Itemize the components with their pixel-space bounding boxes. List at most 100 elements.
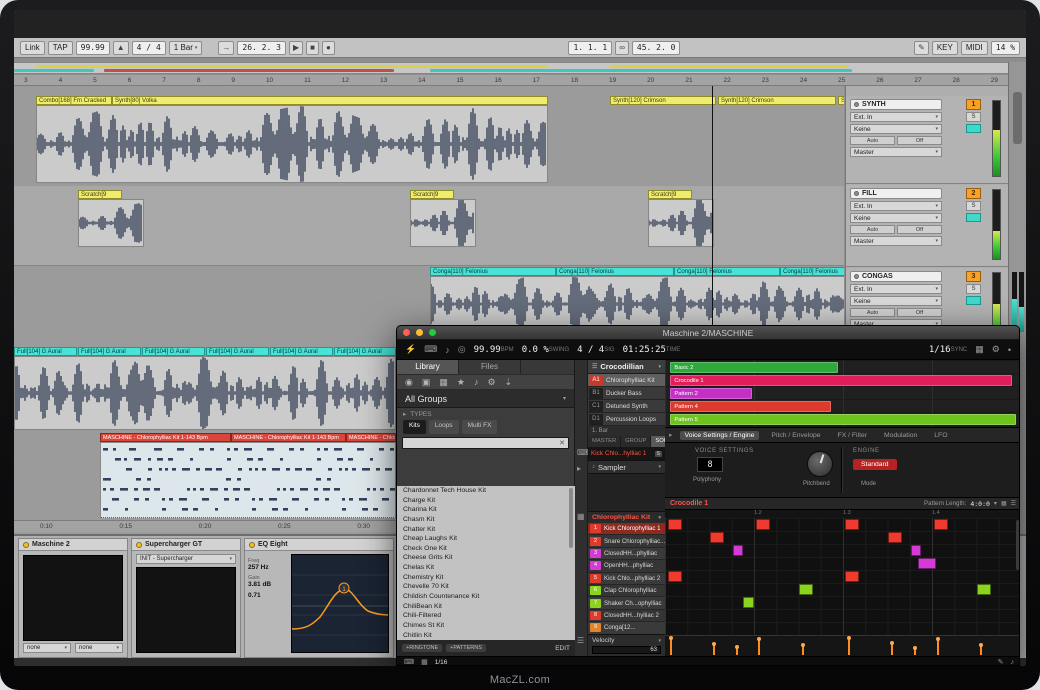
caret-right-icon[interactable]: ▸ (669, 431, 673, 439)
clip[interactable]: Full[104] G Aural (78, 347, 141, 356)
midi-clip-notes[interactable] (100, 442, 396, 518)
library-item[interactable]: Childish Countenance Kit (397, 592, 575, 602)
key-map-button[interactable]: KEY (932, 41, 958, 55)
device-power-icon[interactable] (136, 542, 142, 548)
velocity-stem[interactable] (758, 639, 760, 655)
disk-icon[interactable]: ▣ (422, 377, 431, 388)
library-item[interactable]: Check One Kit (397, 544, 575, 554)
plugin-param-select[interactable]: none▾ (23, 643, 71, 653)
arrow-icon[interactable]: ▸ (577, 464, 581, 473)
clip[interactable]: MASCHINE - Chlorophylliac Kit 1-143 Bpm (100, 433, 231, 442)
record-button[interactable]: ● (322, 41, 335, 55)
library-item[interactable]: Chili-Filtered (397, 611, 575, 621)
project-group-header[interactable]: ☰ Crocodillian ▾ (588, 360, 665, 374)
step-grid-value[interactable]: 1/16 (435, 659, 448, 666)
plugin-panel[interactable] (23, 555, 123, 641)
sound-slot[interactable]: 5Kick Chlo...phylliac 2 (588, 573, 665, 585)
arranger-clip[interactable]: Pattern 2 (670, 388, 752, 399)
device-header[interactable]: Maschine 2 (19, 539, 127, 551)
monitor-off-button[interactable]: Off (897, 136, 942, 145)
velocity-mode-select[interactable]: Velocity▾ (588, 635, 665, 646)
sound-slot[interactable]: 3ClosedHH...phylliac (588, 548, 665, 560)
note-block[interactable] (934, 519, 948, 530)
library-item[interactable]: Chelas Kit (397, 563, 575, 573)
library-item[interactable]: Chardonnet Tech House Kit (397, 486, 575, 496)
list-icon[interactable]: ☰ (577, 636, 584, 645)
device-power-icon[interactable] (249, 542, 255, 548)
velocity-stem[interactable] (736, 647, 738, 655)
velocity-stem[interactable] (891, 643, 893, 655)
clip[interactable]: Full[104] G Aural (334, 347, 396, 356)
bpm-display[interactable]: 99.99 (474, 345, 501, 355)
gear-icon[interactable]: ⚙ (487, 377, 495, 388)
arranger-clip[interactable]: Pattern 4 (670, 401, 830, 412)
type-filter-multi-fx[interactable]: Multi FX (462, 420, 498, 434)
pencil-icon[interactable]: ✎ (998, 658, 1004, 666)
sig-display[interactable]: 4 / 4 (577, 345, 604, 355)
library-item[interactable]: Chatter Kit (397, 525, 575, 535)
note-block[interactable] (668, 519, 682, 530)
input-type-select[interactable]: Ext. In▾ (850, 201, 942, 211)
tempo-display[interactable]: 99.99 (76, 41, 110, 55)
note-block[interactable] (845, 571, 859, 582)
time-signature-display[interactable]: 4 / 4 (132, 41, 166, 55)
gain-value[interactable]: 3.81 dB (248, 581, 288, 588)
velocity-value[interactable]: 63 (592, 646, 661, 654)
track-title[interactable]: FILL (850, 188, 942, 199)
note-block[interactable] (799, 584, 813, 595)
clear-search-icon[interactable]: ✕ (559, 439, 565, 447)
audio-icon[interactable]: ♪ (445, 345, 450, 355)
search-input[interactable] (406, 439, 559, 448)
input-channel-select[interactable]: Keine▾ (850, 213, 942, 223)
device-header[interactable]: Supercharger GT (132, 539, 240, 551)
library-item[interactable]: ChiliBean Kit (397, 602, 575, 612)
library-item[interactable]: Chitlin Kit (397, 631, 575, 640)
note-block[interactable] (733, 545, 744, 556)
metronome-icon[interactable]: ▲ (113, 41, 129, 55)
clip[interactable]: Full[104] G Aural (270, 347, 333, 356)
note-block[interactable] (668, 571, 682, 582)
group-slot[interactable]: A1Chlorophylliac Kit (588, 374, 665, 387)
solo-button[interactable]: S (966, 284, 981, 294)
loop-length-display[interactable]: 45. 2. 0 (632, 41, 681, 55)
velocity-stem[interactable] (848, 638, 850, 655)
audio-clip-waveform[interactable] (36, 105, 548, 183)
sound-slot[interactable]: 9Conga[12... (588, 622, 665, 634)
audio-clip-waveform[interactable] (14, 356, 396, 430)
plugin-param-select[interactable]: none▾ (75, 643, 123, 653)
arranger-clip[interactable]: Basic 2 (670, 362, 837, 373)
clip[interactable]: Conga[110] Felonius (674, 267, 780, 276)
note-block[interactable] (845, 519, 859, 530)
search-field[interactable]: ✕ (402, 437, 569, 449)
solo-button[interactable]: S (966, 201, 981, 211)
sound-slot[interactable]: 6Clap Chlorophylliac (588, 585, 665, 597)
time-ruler-lower[interactable]: 0:100:150:200:250:30 (14, 520, 396, 532)
input-type-select[interactable]: Ext. In▾ (850, 284, 942, 294)
group-slot[interactable]: B1Ducker Bass (588, 387, 665, 400)
channel-tab[interactable]: Voice Settings / Engine (680, 431, 760, 440)
library-item[interactable]: Cheap Laughs Kit (397, 534, 575, 544)
grid-icon[interactable]: ▦ (1001, 500, 1007, 507)
play-button[interactable]: ▶ (289, 41, 303, 55)
solo-badge[interactable]: S (655, 451, 662, 457)
type-filter-loops[interactable]: Loops (429, 420, 459, 434)
track-title[interactable]: SYNTH (850, 99, 942, 110)
sound-slot[interactable]: 1Kick Chlorophylliac 1 (588, 523, 665, 535)
note-block[interactable] (888, 532, 902, 543)
preset-select[interactable]: INIT - Supercharger▾ (136, 554, 236, 564)
input-type-select[interactable]: Ext. In▾ (850, 112, 942, 122)
tab-files[interactable]: Files (459, 360, 521, 374)
clip[interactable]: Synth[120] Crimson (838, 96, 844, 105)
note-icon[interactable]: ♪ (474, 377, 479, 387)
clip[interactable]: Synth[120] Crimson (718, 96, 836, 105)
clip[interactable]: MASCHINE - Chlorophylliac Kit 1-143 Bpm (346, 433, 396, 442)
clip[interactable]: Full[104] G Aural (142, 347, 205, 356)
pattern-grid[interactable] (665, 518, 1020, 635)
device-header[interactable]: EQ Eight (245, 539, 393, 551)
arrangement-overview[interactable] (14, 62, 1008, 74)
monitor-auto-button[interactable]: Auto (850, 136, 895, 145)
library-item[interactable]: Chasm Kit (397, 515, 575, 525)
grid-icon[interactable]: ▦ (421, 658, 428, 666)
track-arm-button[interactable]: 2 (966, 188, 981, 199)
clip[interactable]: Synth[80] Volka (112, 96, 548, 105)
